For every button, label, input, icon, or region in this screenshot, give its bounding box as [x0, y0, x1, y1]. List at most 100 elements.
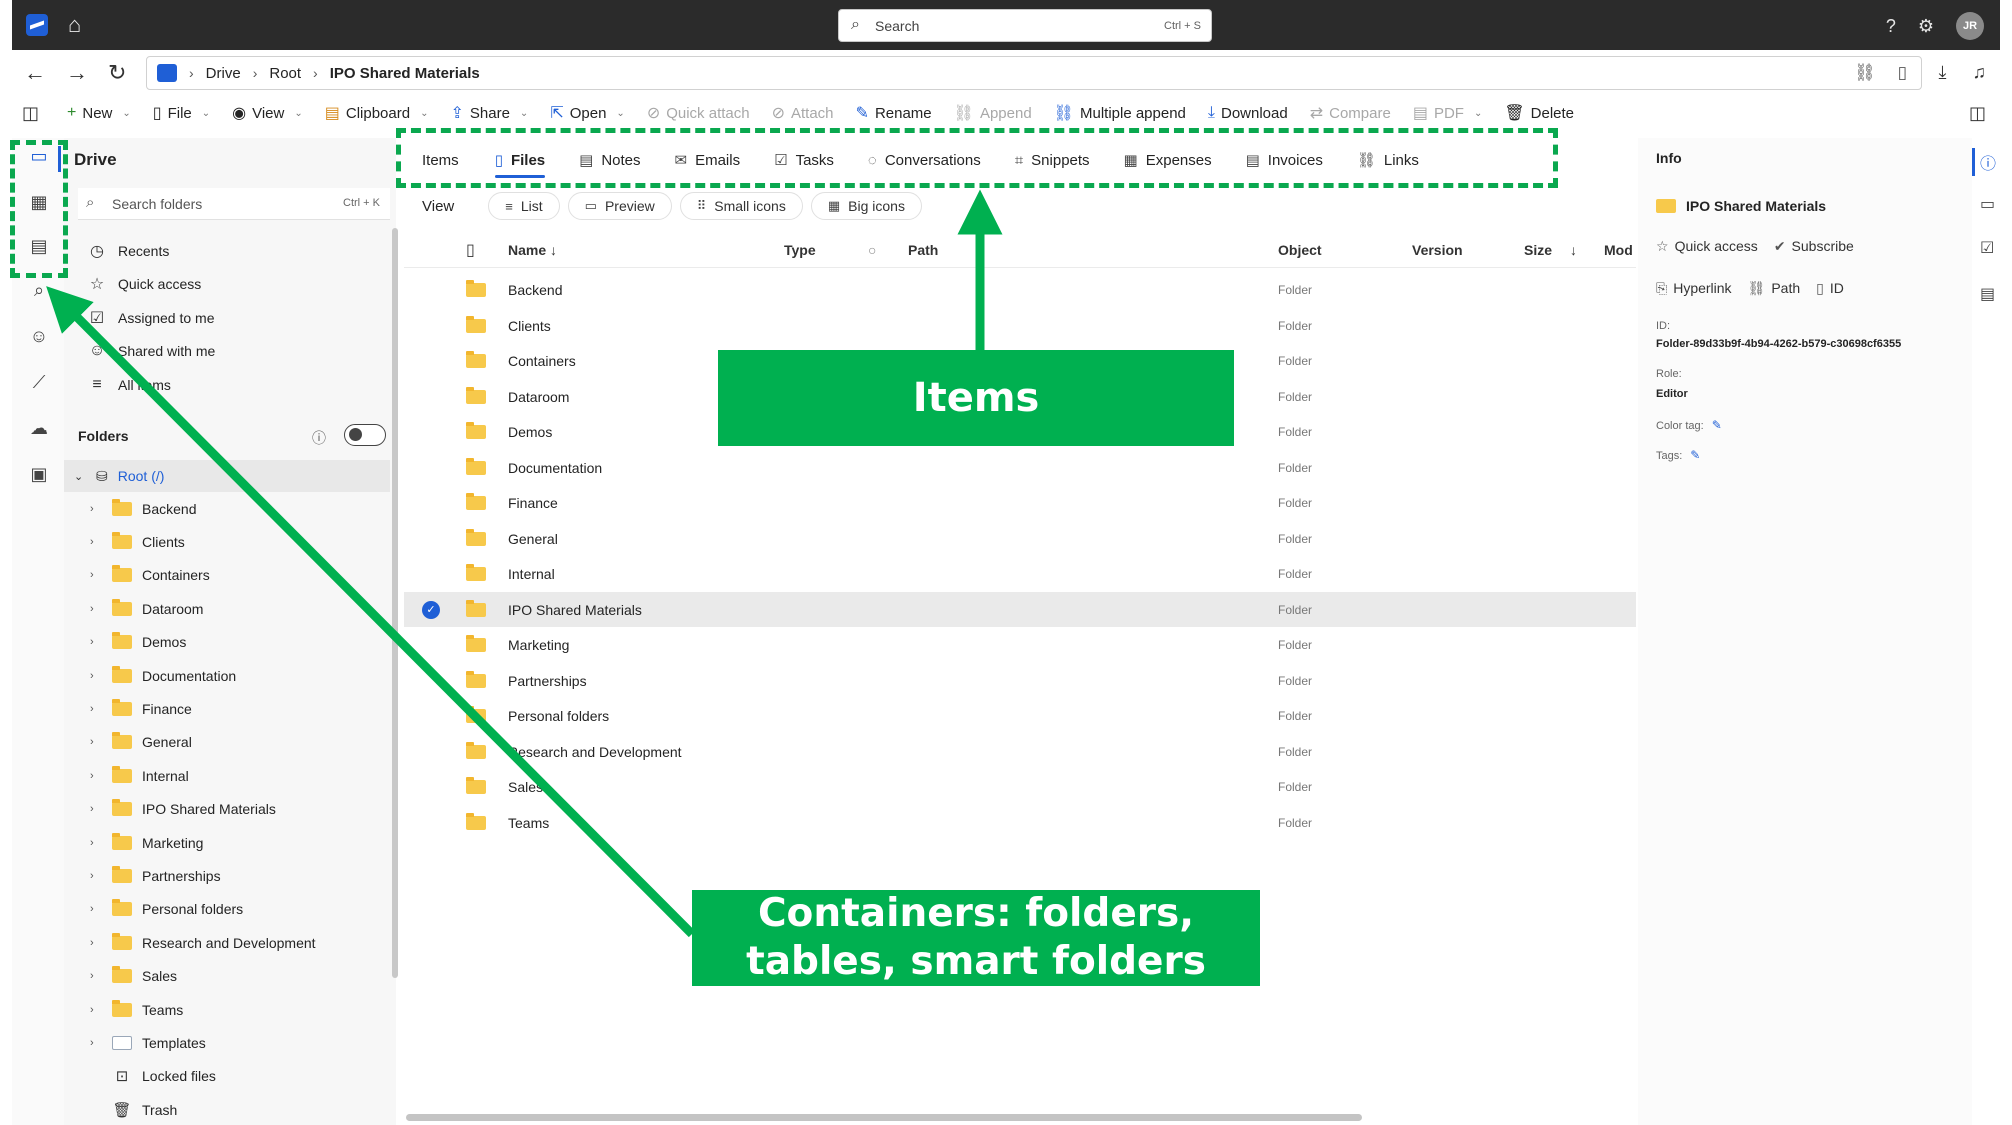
view-list-button[interactable]: ≡ List: [488, 192, 560, 220]
pencil-icon[interactable]: ✎: [1690, 448, 1700, 462]
view-small-icons-button[interactable]: ⠿ Small icons: [679, 192, 803, 220]
refresh-icon[interactable]: ↻: [108, 60, 126, 86]
gear-icon[interactable]: ⚙: [1918, 16, 1934, 37]
tree-item[interactable]: › Clients: [64, 525, 390, 558]
table-row[interactable]: Personal folders Folder: [404, 698, 1636, 734]
table-row[interactable]: Sales Folder: [404, 769, 1636, 805]
chevron-right-icon[interactable]: ›: [90, 770, 104, 782]
table-row[interactable]: ✓ IPO Shared Materials Folder: [404, 591, 1636, 627]
tree-item-trash[interactable]: 🗑 Trash: [64, 1093, 390, 1125]
view-big-icons-button[interactable]: ▦ Big icons: [810, 192, 922, 220]
bell-icon[interactable]: ♫: [1973, 62, 1987, 83]
tree-item-locked-files[interactable]: ⊡ Locked files: [64, 1060, 390, 1093]
subscribe-icon[interactable]: ☑: [1980, 238, 1994, 258]
tree-item[interactable]: › Marketing: [64, 826, 390, 859]
delete-button[interactable]: 🗑 Delete: [1504, 103, 1574, 123]
folder-search-input[interactable]: ⌕ Search folders Ctrl + K: [78, 188, 390, 220]
path-button[interactable]: ⛓ Path: [1748, 280, 1801, 297]
tree-item[interactable]: › Internal: [64, 759, 390, 792]
hyperlink-button[interactable]: ⎘ Hyperlink: [1656, 280, 1732, 297]
col-version[interactable]: Version: [1412, 242, 1463, 258]
view-preview-button[interactable]: ▭ Preview: [567, 192, 672, 220]
quick-access-button[interactable]: ☆ Quick access: [1656, 238, 1758, 255]
tree-item[interactable]: › Research and Development: [64, 926, 390, 959]
chevron-right-icon[interactable]: ›: [90, 636, 104, 648]
table-row[interactable]: Marketing Folder: [404, 627, 1636, 663]
chevron-right-icon[interactable]: ›: [90, 903, 104, 915]
table-row[interactable]: Teams Folder: [404, 805, 1636, 841]
search-icon[interactable]: ⌕: [28, 280, 50, 301]
people-icon[interactable]: ☺: [28, 326, 50, 347]
compare-button[interactable]: ⇄ Compare: [1310, 103, 1391, 123]
file-button[interactable]: ▯ File ⌄: [153, 103, 210, 123]
tree-item[interactable]: › Teams: [64, 993, 390, 1026]
info-icon[interactable]: ⓘ: [312, 428, 326, 448]
chevron-right-icon[interactable]: ›: [90, 603, 104, 615]
breadcrumb-drive[interactable]: Drive: [206, 65, 241, 82]
chevron-right-icon[interactable]: ›: [90, 1037, 104, 1049]
tree-item[interactable]: › Finance: [64, 692, 390, 725]
quick-link-recents[interactable]: ◷ Recents: [88, 234, 215, 268]
table-row[interactable]: Documentation Folder: [404, 450, 1636, 486]
back-icon[interactable]: ←: [24, 60, 46, 86]
chevron-right-icon[interactable]: ›: [90, 937, 104, 949]
open-button[interactable]: ⇱ Open ⌄: [550, 103, 625, 123]
tree-item[interactable]: › Documentation: [64, 659, 390, 692]
col-modified[interactable]: Mod: [1604, 242, 1633, 258]
chevron-right-icon[interactable]: ›: [90, 736, 104, 748]
tree-item[interactable]: › Templates: [64, 1026, 390, 1059]
info-icon[interactable]: ⓘ: [1980, 150, 1996, 174]
breadcrumb-current[interactable]: IPO Shared Materials: [330, 65, 480, 82]
tree-item[interactable]: › Partnerships: [64, 859, 390, 892]
table-row[interactable]: Backend Folder: [404, 272, 1636, 308]
tree-item[interactable]: › Containers: [64, 559, 390, 592]
folders-toggle[interactable]: [344, 424, 386, 446]
toggle-pane-icon[interactable]: ◫: [22, 103, 39, 124]
share-button[interactable]: ⇪ Share ⌄: [450, 103, 528, 123]
multiple-append-button[interactable]: ⛓ Multiple append: [1054, 103, 1186, 123]
rename-button[interactable]: ✎ Rename: [856, 103, 932, 123]
toggle-right-pane-icon[interactable]: ◫: [1969, 103, 1986, 124]
cloud-icon[interactable]: ☁: [28, 418, 50, 439]
id-button[interactable]: ▯ ID: [1816, 280, 1844, 297]
pdf-button[interactable]: ▤ PDF ⌄: [1413, 103, 1483, 123]
download-button[interactable]: ⤓ Download: [1208, 104, 1288, 122]
table-row[interactable]: Partnerships Folder: [404, 663, 1636, 699]
clipboard-button[interactable]: ▤ Clipboard ⌄: [325, 103, 429, 123]
sort-down-icon[interactable]: ↓: [1570, 242, 1577, 258]
chevron-right-icon[interactable]: ›: [90, 569, 104, 581]
append-button[interactable]: ⛓ Append: [954, 103, 1032, 123]
tree-item[interactable]: › Dataroom: [64, 592, 390, 625]
attach-button[interactable]: ⊘ Attach: [772, 103, 834, 123]
chevron-right-icon[interactable]: ›: [90, 703, 104, 715]
chevron-right-icon[interactable]: ›: [90, 503, 104, 515]
chevron-right-icon[interactable]: ›: [90, 870, 104, 882]
col-name[interactable]: Name ↓: [508, 242, 557, 258]
chevron-right-icon[interactable]: ›: [90, 1004, 104, 1016]
app-logo[interactable]: [26, 14, 48, 36]
table-row[interactable]: Finance Folder: [404, 485, 1636, 521]
tree-item[interactable]: › Demos: [64, 626, 390, 659]
folder-settings-icon[interactable]: ▭: [1980, 194, 1995, 214]
copy-link-icon[interactable]: ⛓: [1854, 63, 1876, 83]
chevron-right-icon[interactable]: ›: [90, 670, 104, 682]
panel-scrollbar[interactable]: [392, 228, 398, 978]
subscribe-button[interactable]: ✔ Subscribe: [1774, 238, 1854, 255]
tree-item[interactable]: › General: [64, 726, 390, 759]
breadcrumb-root[interactable]: Root: [269, 65, 301, 82]
apps-icon[interactable]: ▣: [28, 464, 50, 485]
table-row[interactable]: General Folder: [404, 521, 1636, 557]
tree-item[interactable]: › Sales: [64, 959, 390, 992]
tree-root[interactable]: ⌄ ⛁ Root (/): [64, 460, 390, 492]
col-size[interactable]: Size: [1524, 242, 1552, 258]
checkmark-icon[interactable]: ✓: [422, 600, 440, 619]
col-type[interactable]: Type: [784, 242, 816, 258]
tree-item[interactable]: › IPO Shared Materials: [64, 793, 390, 826]
forward-icon[interactable]: →: [66, 60, 88, 86]
quick-link-quick-access[interactable]: ☆ Quick access: [88, 268, 215, 302]
table-row[interactable]: Clients Folder: [404, 308, 1636, 344]
quick-attach-button[interactable]: ⊘ Quick attach: [647, 103, 750, 123]
document-icon[interactable]: ▯: [1898, 63, 1907, 83]
table-row[interactable]: Internal Folder: [404, 556, 1636, 592]
col-path[interactable]: Path: [908, 242, 938, 258]
